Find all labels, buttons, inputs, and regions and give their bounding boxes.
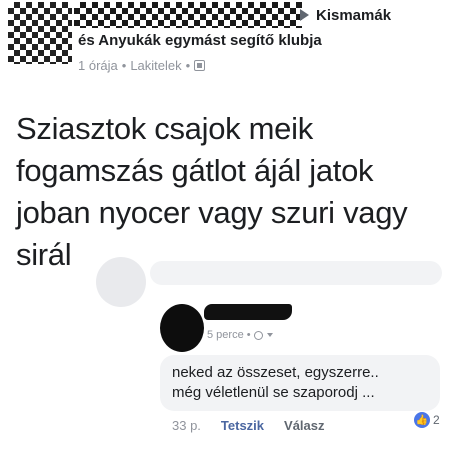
reply-button[interactable]: Válasz bbox=[284, 418, 324, 433]
group-name-line2[interactable]: és Anyukák egymást segítő klubja bbox=[78, 32, 322, 49]
author-avatar-redacted[interactable] bbox=[8, 2, 72, 64]
post-body-line: joban nyocer vagy szuri vagy bbox=[16, 195, 408, 230]
audience-icon[interactable] bbox=[194, 60, 206, 71]
reply-author-avatar-redacted[interactable] bbox=[160, 304, 204, 352]
share-arrow-icon bbox=[300, 9, 309, 21]
meta-separator: • bbox=[185, 58, 191, 73]
post-body-line: fogamszás gátlot ájál jatok bbox=[16, 153, 374, 188]
post-body: Sziasztok csajok meik fogamszás gátlot á… bbox=[16, 108, 436, 276]
group-name-line1[interactable]: Kismamák bbox=[316, 7, 391, 24]
thumbs-up-icon: 👍 bbox=[414, 412, 430, 428]
reply-text-line: még véletlenül se szaporodj ... bbox=[172, 384, 375, 401]
like-count: 2 bbox=[433, 413, 440, 427]
meta-separator: • bbox=[246, 329, 251, 341]
meta-separator: • bbox=[121, 58, 127, 73]
like-button[interactable]: Tetszik bbox=[221, 418, 264, 433]
post-meta: 1 órája • Lakitelek • bbox=[78, 58, 206, 73]
reply-age[interactable]: 33 p. bbox=[172, 418, 201, 433]
post-body-line: Sziasztok csajok meik bbox=[16, 111, 313, 146]
viewer-avatar bbox=[96, 257, 146, 307]
reply-actions: 33 p. Tetszik Válasz bbox=[172, 418, 325, 433]
chevron-down-icon[interactable] bbox=[266, 333, 273, 337]
reply-text-line: neked az összeset, egyszerre.. bbox=[172, 364, 379, 381]
like-count-badge[interactable]: 👍 2 bbox=[414, 412, 440, 428]
reply-meta: 5 perce • bbox=[207, 329, 273, 341]
reply-author-name-redacted bbox=[204, 304, 292, 320]
reply-audience-icon[interactable] bbox=[253, 330, 263, 340]
post-location[interactable]: Lakitelek bbox=[130, 58, 181, 73]
reply-time[interactable]: 5 perce bbox=[207, 329, 244, 341]
reply-text: neked az összeset, egyszerre.. még vélet… bbox=[172, 363, 440, 403]
post-time[interactable]: 1 órája bbox=[78, 58, 118, 73]
author-name-redacted bbox=[74, 2, 302, 28]
comment-input[interactable] bbox=[150, 261, 442, 285]
